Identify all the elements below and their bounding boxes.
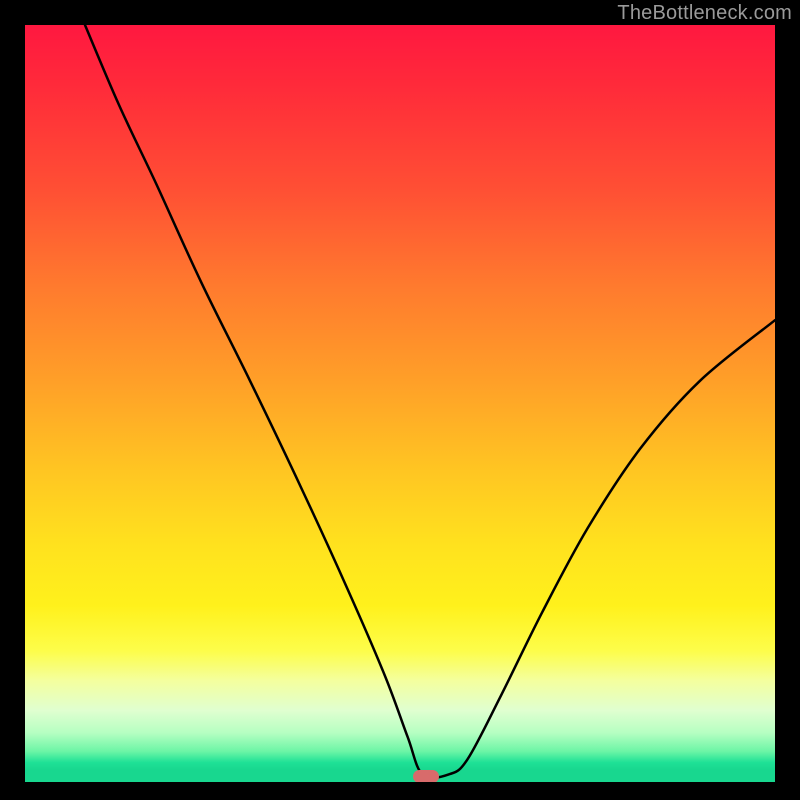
optimal-marker xyxy=(413,770,439,782)
plot-area xyxy=(25,25,775,782)
watermark-text: TheBottleneck.com xyxy=(617,2,792,25)
bottleneck-curve xyxy=(25,25,775,782)
chart-stage: TheBottleneck.com xyxy=(0,0,800,800)
